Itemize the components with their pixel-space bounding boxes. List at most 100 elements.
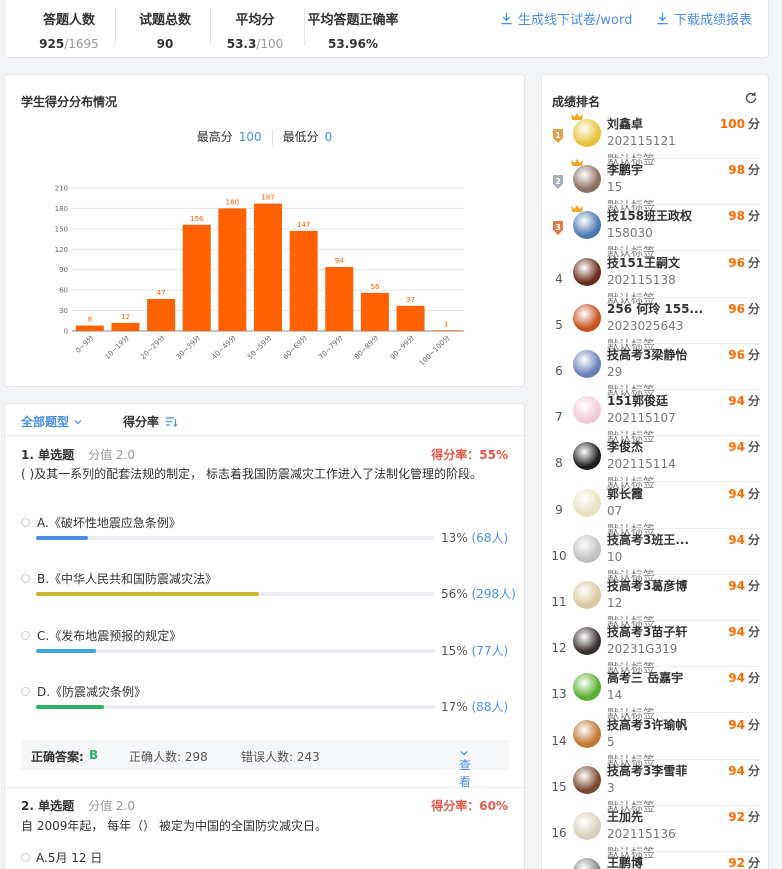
medal-icon: 1 <box>553 129 563 143</box>
ranking-item[interactable]: 1 刘鑫卓 202115121 默认标签 100 分 <box>542 113 768 167</box>
radio-icon <box>21 687 30 696</box>
chevron-down-icon <box>74 419 82 424</box>
ranking-item[interactable]: 16 王加先 202115136 默认标签 92 分 <box>542 808 768 860</box>
avatar <box>573 488 601 517</box>
sort-icon <box>166 417 178 427</box>
bar <box>254 203 282 331</box>
answer-label: 正确答案: <box>31 750 84 764</box>
student-id: 5 <box>607 734 615 749</box>
student-name: 王加先 <box>607 810 644 824</box>
divider <box>607 851 760 852</box>
y-tick-label: 90 <box>59 266 68 274</box>
student-id: 14 <box>607 688 623 703</box>
divider <box>607 620 760 621</box>
rank-number: 15 <box>551 779 567 794</box>
avatar <box>573 673 601 702</box>
ranking-item[interactable]: 4 技151王嗣文 202115138 默认标签 96 分 <box>542 254 768 306</box>
ranking-item[interactable]: 3 技158班王政权 158030 默认标签 98 分 <box>542 205 768 259</box>
ranking-item[interactable]: 5 256 何玲 155... 2023025643 默认标签 96 分 <box>542 300 768 352</box>
avatar <box>573 442 601 471</box>
student-score: 98 分 <box>728 161 760 178</box>
rank-number: 10 <box>551 548 567 563</box>
generate-offline-paper-link[interactable]: 生成线下试卷/word <box>500 9 632 28</box>
view-button[interactable]: 查看 <box>459 748 471 789</box>
question-number: 2. 单选题 <box>21 799 75 813</box>
question-type-filter[interactable]: 全部题型 <box>21 413 83 430</box>
score-distribution-card: 学生得分分布情况 最高分 100 最低分 0 0 30 60 90 120 150 180 210 8… <box>4 74 525 387</box>
option-label: B.《中华人民共和国防震减灾法》 <box>37 572 218 586</box>
student-name: 技高考3班王... <box>607 532 690 547</box>
bar <box>75 325 104 331</box>
respondent-count: (88人) <box>471 700 509 714</box>
student-score: 92 分 <box>728 854 760 869</box>
student-score: 96 分 <box>728 346 760 363</box>
radio-icon <box>21 574 30 583</box>
student-score: 94 分 <box>728 438 760 455</box>
divider <box>607 204 760 206</box>
student-score: 96 分 <box>728 254 760 271</box>
score-value: 94 <box>728 717 745 732</box>
question-header: 1. 单选题 分值 2.0 <box>21 446 135 463</box>
score-unit: 分 <box>747 440 760 455</box>
download-icon <box>501 12 512 25</box>
question-toolbar: 全部题型 得分率 <box>5 404 524 436</box>
ranking-item[interactable]: 10 技高考3班王... 10 默认标签 94 分 <box>542 531 768 583</box>
x-tick-label: 90~99分 <box>388 333 416 361</box>
score-value: 92 <box>728 856 745 869</box>
bar <box>360 292 389 331</box>
stat-value: 53.96% <box>328 37 378 51</box>
ranking-item[interactable]: 6 技高考3梁静怡 29 默认标签 96 分 <box>542 346 768 398</box>
progress-fill <box>36 649 96 653</box>
question-text: ( )及其一系列的配套法规的制定， 标志着我国防震减灾工作进入了法制化管理的阶段… <box>21 467 482 481</box>
stat-label: 答题人数 <box>42 13 95 28</box>
stat-label: 试题总数 <box>138 13 191 28</box>
avatar <box>573 765 601 794</box>
percent-value: 13% <box>441 531 468 545</box>
progress-track <box>36 705 434 709</box>
ranking-item[interactable]: 2 李鹏宇 15 默认标签 98 分 <box>542 159 768 213</box>
progress-fill <box>36 705 104 709</box>
sort-by-rate[interactable]: 得分率 <box>123 413 178 430</box>
ranking-item[interactable]: 7 151郭俊廷 202115107 默认标签 94 分 <box>542 392 768 444</box>
stat-value: 90 <box>156 37 174 51</box>
x-tick-label: 60~69分 <box>281 333 309 361</box>
avatar <box>573 581 601 609</box>
ranking-item[interactable]: 15 技高考3李雪菲 3 默认标签 94 分 <box>542 762 768 814</box>
y-tick-label: 150 <box>55 225 68 233</box>
student-name: 256 何玲 155... <box>607 301 704 316</box>
ranking-item[interactable]: 11 技高考3葛彦博 12 默认标签 94 分 <box>542 577 768 629</box>
x-tick-label: 40~49分 <box>210 333 238 361</box>
stat-label: 平均答题正确率 <box>307 13 399 28</box>
question-text: 自 2009年起， 每年（） 被定为中国的全国防灾减灾日。 <box>21 819 327 833</box>
student-id: 202115136 <box>607 827 676 841</box>
student-score: 98 分 <box>728 207 760 224</box>
divider <box>607 250 760 252</box>
ranking-item[interactable]: 17王鹏博92分 <box>542 854 768 869</box>
score-value: 94 <box>728 440 745 455</box>
respondent-count: (298人) <box>471 587 516 601</box>
progress-track <box>36 592 434 596</box>
avatar <box>573 257 601 286</box>
student-name: 技高考3苗子轩 <box>607 625 688 640</box>
ranking-item[interactable]: 14 技高考3许瑜帆 5 默认标签 94 分 <box>542 716 768 768</box>
max-label: 最高分 <box>196 130 233 144</box>
radio-icon <box>21 518 30 527</box>
crown-icon <box>571 113 583 120</box>
medal-icon: 3 <box>553 221 563 236</box>
student-name: 技158班王政权 <box>607 209 693 224</box>
ranking-item[interactable]: 9 郭长霞 07 默认标签 94 分 <box>542 485 768 537</box>
ranking-item[interactable]: 8 李俊杰 202115114 默认标签 94 分 <box>542 438 768 490</box>
student-name: 郭长霞 <box>607 486 644 501</box>
average-total: /100 <box>256 37 284 51</box>
divider <box>607 573 760 575</box>
x-tick-label: 30~39分 <box>174 333 202 361</box>
score-unit: 分 <box>747 763 760 778</box>
refresh-icon[interactable] <box>744 91 758 105</box>
download-report-link[interactable]: 下载成绩报表 <box>656 9 752 28</box>
ranking-item[interactable]: 12 技高考3苗子轩 20231G319 默认标签 94 分 <box>542 623 768 675</box>
student-name: 151郭俊廷 <box>607 394 669 409</box>
question-score-rate: 得分率：55% <box>431 448 508 462</box>
rank-number: 12 <box>551 641 567 656</box>
divider <box>607 342 760 344</box>
ranking-item[interactable]: 13 高考三 岳嘉宇 14 默认标签 94 分 <box>542 669 768 721</box>
